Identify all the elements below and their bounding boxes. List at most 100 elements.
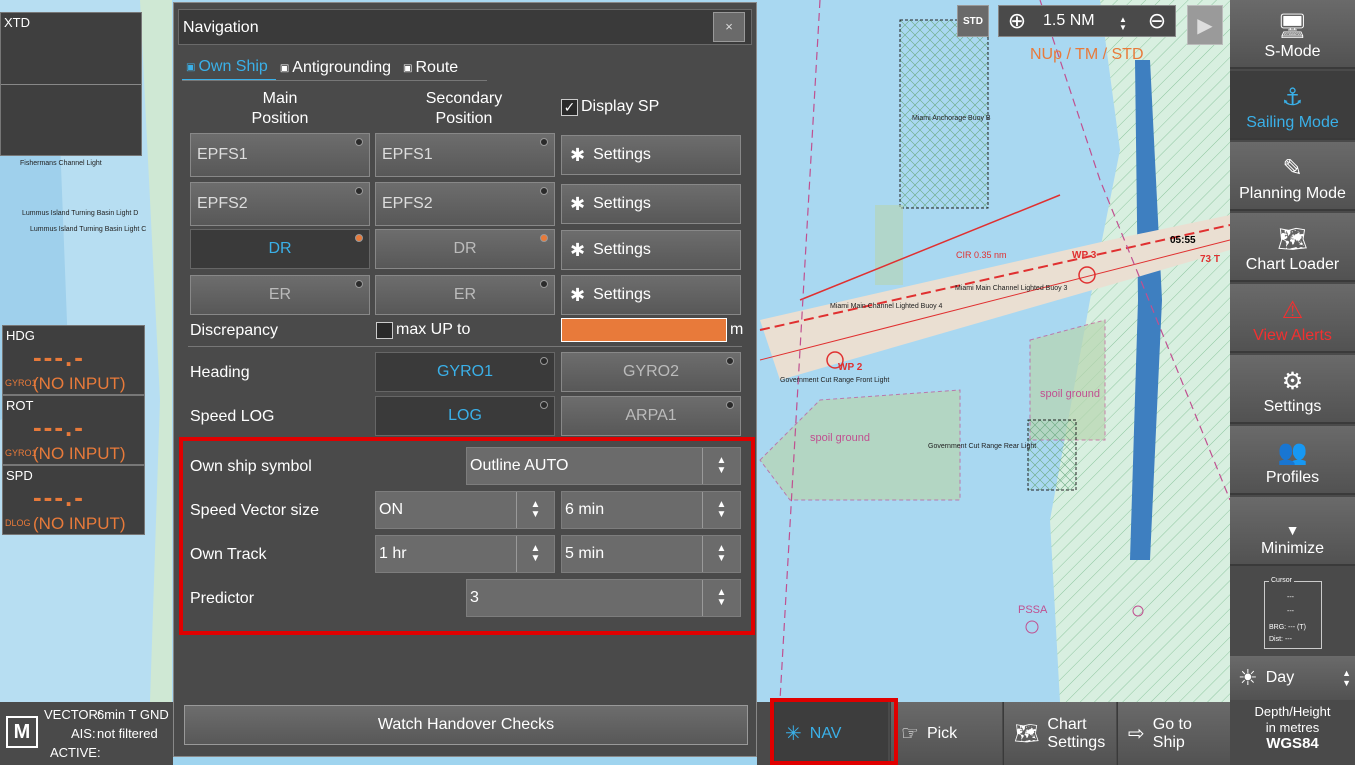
speed-vector-label: Speed Vector size (190, 502, 319, 519)
chart-settings-button[interactable]: 🗺 Chart Settings (1003, 702, 1116, 765)
heading-gyro2[interactable]: GYRO2 (561, 352, 741, 392)
button-label: LOG (448, 407, 482, 424)
secondary-position-epfs1[interactable]: EPFS1 (375, 133, 555, 177)
spinner-arrows-icon: ▲ ▼ (1342, 668, 1351, 688)
monitor-icon: ▣ (279, 62, 290, 74)
dr-settings-button[interactable]: ✱ Settings (561, 230, 741, 270)
profiles-button[interactable]: 👥 Profiles (1230, 426, 1355, 495)
own-ship-symbol-select[interactable]: Outline AUTO ▲ ▼ (466, 447, 741, 485)
checkbox-unchecked-icon[interactable] (376, 321, 393, 339)
chart-label: Lummus Island Turning Basin Light D (22, 210, 139, 217)
minimize-button[interactable]: ▼ Minimize (1230, 497, 1355, 566)
tab-own-ship[interactable]: ▣ Own Ship (182, 53, 276, 81)
chart-label: WP 2 (838, 362, 863, 373)
cursor-line: --- (1287, 608, 1294, 615)
pick-button[interactable]: ☞ Pick (890, 702, 1002, 765)
watch-handover-checks-button[interactable]: Watch Handover Checks (184, 705, 748, 745)
own-track-length-select[interactable]: 1 hr ▲ ▼ (375, 535, 555, 573)
tab-label: Antigrounding (292, 59, 392, 76)
chart-label: PSSA (1018, 604, 1048, 616)
range-value[interactable]: 1.5 NM (1043, 12, 1095, 30)
spinner-arrows-icon[interactable]: ▲ ▼ (516, 492, 554, 528)
monitor-icon: 🖥 (1277, 13, 1308, 40)
main-position-epfs1[interactable]: EPFS1 (190, 133, 370, 177)
planning-mode-button[interactable]: ✎ Planning Mode (1230, 142, 1355, 211)
indicator-dot (540, 234, 548, 242)
alert-icon: ⚠ (1281, 297, 1304, 324)
rot-value: ---.- (33, 412, 85, 442)
spinner-arrows-icon[interactable]: ▲ ▼ (702, 536, 740, 572)
button-label: Minimize (1260, 540, 1325, 557)
predictor-select[interactable]: 3 ▲ ▼ (466, 579, 741, 617)
spinner-arrows-icon[interactable]: ▲ ▼ (702, 492, 740, 528)
tools-icon: ✱ (570, 284, 586, 305)
indicator-dot (540, 138, 548, 146)
range-spinner-icon[interactable]: ▲ ▼ (1119, 16, 1127, 32)
speed-log-log[interactable]: LOG (375, 396, 555, 436)
select-value: 6 min (565, 501, 605, 518)
settings-button[interactable]: ⚙ Settings (1230, 355, 1355, 424)
button-label: Settings (593, 146, 651, 163)
max-up-label: max UP to (396, 321, 471, 338)
chart-label: Miami Main Channel Lighted Buoy 3 (955, 285, 1068, 292)
zoom-bar: ⊕ 1.5 NM ▲ ▼ ⊖ (998, 5, 1176, 37)
cursor-panel: Cursor --- --- BRG: --- (T) Dist: --- (1230, 571, 1355, 655)
heading-gyro1[interactable]: GYRO1 (375, 352, 555, 392)
chart-label: Government Cut Range Rear Light (928, 443, 1037, 450)
tools-icon: ✱ (570, 239, 586, 260)
epfs1-settings-button[interactable]: ✱ Settings (561, 135, 741, 175)
button-label: Chart Loader (1245, 256, 1340, 273)
s-mode-button[interactable]: 🖥 S-Mode (1230, 0, 1355, 69)
main-position-er[interactable]: ER (190, 275, 370, 315)
secondary-position-epfs2[interactable]: EPFS2 (375, 182, 555, 226)
discrepancy-value-input[interactable] (561, 318, 727, 342)
epfs2-settings-button[interactable]: ✱ Settings (561, 184, 741, 224)
tab-route[interactable]: ▣ Route (399, 53, 466, 81)
close-button[interactable]: × (713, 12, 745, 42)
m-icon[interactable]: M (6, 716, 38, 748)
select-value: ON (379, 501, 403, 518)
hdg-label: HDG (6, 328, 35, 343)
spinner-arrows-icon[interactable]: ▲ ▼ (702, 580, 740, 616)
indicator-dot (355, 138, 363, 146)
go-to-ship-button[interactable]: ⇨ Go to Ship (1117, 702, 1230, 765)
main-position-epfs2[interactable]: EPFS2 (190, 182, 370, 226)
std-display-button[interactable]: STD (957, 5, 989, 37)
day-night-select[interactable]: ☀ Day ▲ ▼ (1230, 656, 1355, 700)
speed-vector-time-select[interactable]: 6 min ▲ ▼ (561, 491, 741, 529)
tab-antigrounding[interactable]: ▣ Antigrounding (276, 53, 399, 81)
play-icon[interactable]: ▶ (1187, 5, 1223, 45)
checkbox-checked-icon[interactable]: ✓ (561, 98, 578, 116)
cursor-box: Cursor --- --- BRG: --- (T) Dist: --- (1264, 577, 1322, 649)
button-label: S-Mode (1264, 43, 1321, 60)
gear-icon: ⚙ (1281, 368, 1304, 395)
depth-info: Depth/Height in metres WGS84 (1230, 704, 1355, 752)
sailing-mode-button[interactable]: ⚓ Sailing Mode (1230, 71, 1355, 140)
display-sp-checkbox[interactable]: ✓ Display SP (561, 98, 659, 116)
button-label: EPFS1 (382, 146, 433, 163)
rot-panel[interactable]: ROT ---.- GYRO1 (NO INPUT) (2, 395, 145, 465)
speed-log-arpa1[interactable]: ARPA1 (561, 396, 741, 436)
spd-panel[interactable]: SPD ---.- DLOG (NO INPUT) (2, 465, 145, 535)
dialog-titlebar[interactable]: Navigation × (178, 9, 752, 45)
secondary-position-dr[interactable]: DR (375, 229, 555, 269)
own-track-interval-select[interactable]: 5 min ▲ ▼ (561, 535, 741, 573)
xtd-panel[interactable]: XTD (0, 12, 142, 156)
chart-loader-button[interactable]: 🗺 Chart Loader (1230, 213, 1355, 282)
button-label: GYRO1 (436, 363, 493, 380)
spinner-arrows-icon[interactable]: ▲ ▼ (702, 448, 740, 484)
hdg-panel[interactable]: HDG ---.- GYRO1 (NO INPUT) (2, 325, 145, 395)
zoom-out-icon[interactable]: ⊖ (1139, 6, 1175, 36)
rot-source: GYRO1 (5, 448, 37, 458)
er-settings-button[interactable]: ✱ Settings (561, 275, 741, 315)
heading-label: Heading (190, 364, 250, 381)
view-alerts-button[interactable]: ⚠ View Alerts (1230, 284, 1355, 353)
max-up-checkbox[interactable]: max UP to (376, 321, 470, 339)
speed-vector-mode-select[interactable]: ON ▲ ▼ (375, 491, 555, 529)
day-label: Day (1265, 669, 1295, 686)
secondary-position-er[interactable]: ER (375, 275, 555, 315)
main-position-dr[interactable]: DR (190, 229, 370, 269)
spinner-arrows-icon[interactable]: ▲ ▼ (516, 536, 554, 572)
button-label: ER (268, 286, 292, 303)
zoom-in-icon[interactable]: ⊕ (999, 6, 1035, 36)
